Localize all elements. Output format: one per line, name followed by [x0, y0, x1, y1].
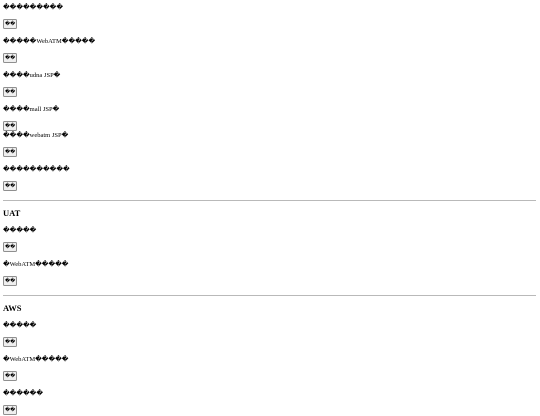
list-item: ������ ��	[3, 390, 537, 416]
list-item: ����mall JSP� ��	[3, 106, 537, 132]
item-label: �����	[3, 227, 37, 234]
section-heading: UAT	[3, 208, 21, 218]
item-label: ���������	[3, 4, 63, 11]
list-item: ����� ��	[3, 322, 537, 348]
item-button[interactable]: ��	[3, 147, 18, 157]
item-label: �WebATM�����	[3, 356, 69, 363]
item-button[interactable]: ��	[3, 405, 18, 415]
item-label: �����WebATM�����	[3, 38, 96, 45]
list-item: �WebATM����� ��	[3, 356, 537, 382]
section-uat: UAT ����� �� �WebATM����� ��	[3, 208, 537, 287]
section-divider	[3, 200, 536, 201]
section-main: ��������� �� �����WebATM����� �� ����udn…	[3, 4, 537, 192]
item-button[interactable]: ��	[3, 276, 18, 286]
item-label: �����	[3, 322, 37, 329]
item-label: ����udna JSP�	[3, 72, 61, 79]
item-label: ������	[3, 390, 43, 397]
item-button[interactable]: ��	[3, 242, 18, 252]
list-item: ����webatm JSP� ��	[3, 132, 537, 158]
list-item: ���������� ��	[3, 166, 537, 192]
list-item: �WebATM����� ��	[3, 261, 537, 287]
list-item: ��������� ��	[3, 4, 537, 30]
item-button[interactable]: ��	[3, 87, 18, 97]
list-item: �����WebATM����� ��	[3, 38, 537, 64]
item-label: �WebATM�����	[3, 261, 69, 268]
list-item: ����udna JSP� ��	[3, 72, 537, 98]
item-button[interactable]: ��	[3, 337, 18, 347]
section-heading: AWS	[3, 303, 22, 313]
item-button[interactable]: ��	[3, 121, 18, 131]
section-divider	[3, 295, 536, 296]
item-label: ����webatm JSP�	[3, 132, 69, 139]
item-button[interactable]: ��	[3, 371, 18, 381]
item-button[interactable]: ��	[3, 53, 18, 63]
item-button[interactable]: ��	[3, 19, 18, 29]
item-label: ����mall JSP�	[3, 106, 60, 113]
list-item: ����� ��	[3, 227, 537, 253]
section-aws: AWS ����� �� �WebATM����� �� ������ ��	[3, 303, 537, 416]
page: ��������� �� �����WebATM����� �� ����udn…	[0, 0, 540, 416]
item-button[interactable]: ��	[3, 181, 18, 191]
item-label: ����������	[3, 166, 70, 173]
